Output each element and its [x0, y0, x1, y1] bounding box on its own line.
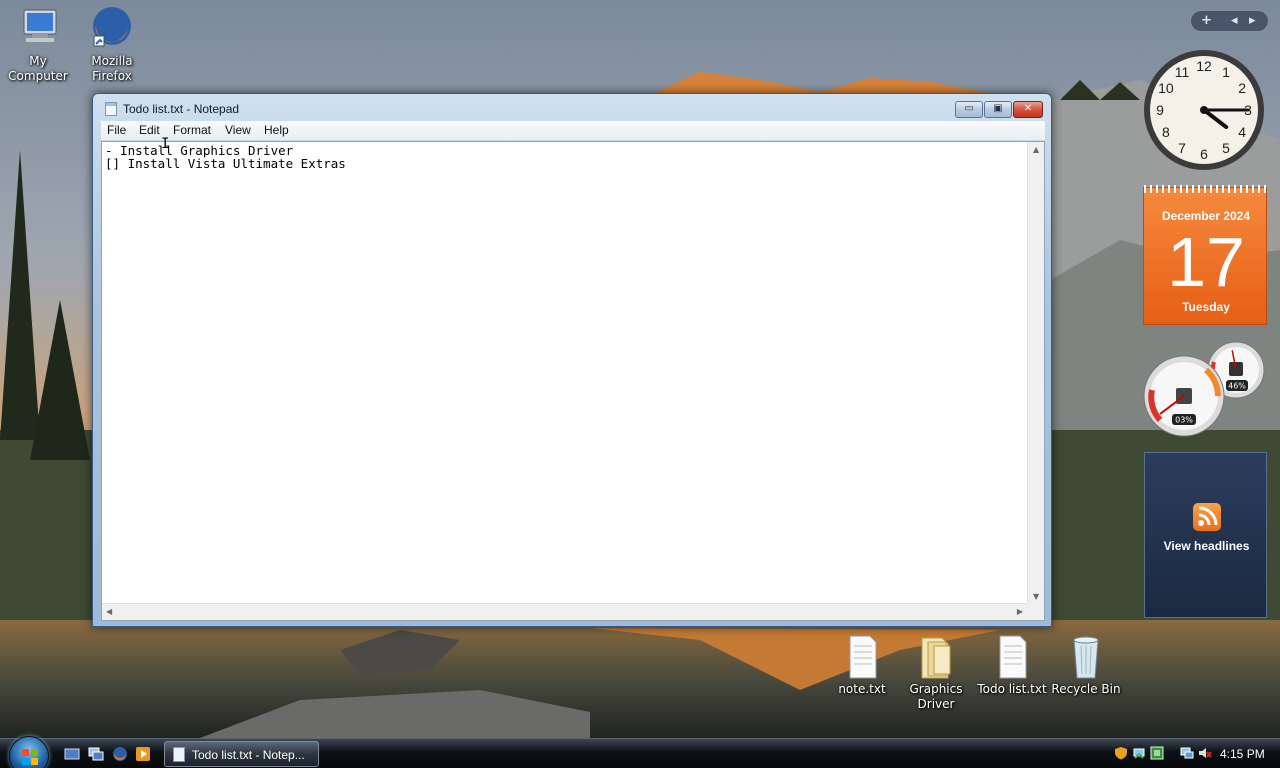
network-icon[interactable]: [1132, 746, 1146, 760]
calendar-weekday: Tuesday: [1182, 300, 1230, 314]
windows-sidebar-icon[interactable]: [1150, 746, 1164, 760]
menu-format[interactable]: Format: [173, 123, 211, 137]
start-button[interactable]: [9, 736, 49, 768]
cpu-meter-gadget[interactable]: 46% 03%: [1140, 340, 1268, 440]
firefox-icon: [88, 4, 136, 52]
graphics-driver-folder-icon[interactable]: Graphics Driver: [898, 632, 974, 712]
taskbar: Todo list.txt - Notep... 4:15 PM: [0, 736, 1280, 768]
text-file-icon: [988, 632, 1036, 680]
show-desktop-icon[interactable]: [64, 746, 80, 762]
clock-numeral: 1: [1222, 64, 1230, 80]
my-computer-desktop-icon[interactable]: My Computer: [0, 4, 76, 84]
clock-gadget[interactable]: 121234567891011: [1142, 48, 1266, 172]
clock-numeral: 6: [1200, 146, 1208, 162]
calendar-gadget[interactable]: December 2024 17 Tuesday: [1143, 185, 1268, 325]
todo-list-desktop-icon[interactable]: Todo list.txt: [974, 632, 1050, 697]
menu-view[interactable]: View: [225, 123, 251, 137]
view-headlines-link[interactable]: View headlines: [1145, 539, 1268, 553]
maximize-button[interactable]: ▣: [984, 101, 1012, 118]
scroll-left-icon[interactable]: ◀: [106, 607, 112, 616]
folder-icon: [912, 632, 960, 680]
calendar-day: 17: [1167, 223, 1245, 301]
title-bar[interactable]: Todo list.txt - Notepad ▭ ▣ ✕: [93, 94, 1051, 120]
cpu-usage-label: 03%: [1175, 416, 1193, 425]
menu-edit[interactable]: Edit: [139, 123, 160, 137]
system-tray: 4:15 PM: [1110, 743, 1280, 765]
desktop-icon-label: Recycle Bin: [1051, 682, 1121, 696]
menu-bar: File Edit Format View Help: [101, 121, 1045, 140]
next-page-button[interactable]: ▸: [1249, 13, 1256, 28]
close-button[interactable]: ✕: [1013, 101, 1043, 118]
firefox-desktop-icon[interactable]: Mozilla Firefox: [74, 4, 150, 84]
switch-windows-icon[interactable]: [88, 746, 104, 762]
notepad-window[interactable]: Todo list.txt - Notepad ▭ ▣ ✕ File Edit …: [92, 93, 1052, 627]
desktop-icon-label: My Computer: [8, 54, 68, 83]
menu-file[interactable]: File: [107, 123, 126, 137]
scroll-up-icon[interactable]: ▲: [1033, 145, 1039, 154]
resize-grip[interactable]: [1027, 603, 1044, 620]
firefox-icon[interactable]: [112, 746, 128, 762]
menu-help[interactable]: Help: [264, 123, 289, 137]
clock-time[interactable]: 4:15 PM: [1220, 747, 1265, 761]
volume-muted-icon[interactable]: [1198, 746, 1212, 760]
text-editor[interactable]: - Install Graphics Driver [] Install Vis…: [101, 137, 1045, 621]
note-txt-desktop-icon[interactable]: note.txt: [824, 632, 900, 697]
notepad-icon: [105, 102, 117, 116]
ibeam-cursor-icon: I: [161, 136, 170, 152]
my-computer-icon: [14, 4, 62, 52]
clock-numeral: 9: [1156, 102, 1164, 118]
taskbar-button-notepad[interactable]: Todo list.txt - Notep...: [164, 741, 319, 767]
security-shield-icon[interactable]: [1114, 746, 1128, 760]
calendar-binding: [1144, 185, 1268, 193]
connection-icon[interactable]: [1180, 746, 1194, 760]
clock-numeral: 8: [1162, 124, 1170, 140]
clock-numeral: 4: [1238, 124, 1246, 140]
notepad-icon: [173, 747, 185, 762]
clock-numeral: 5: [1222, 140, 1230, 156]
media-player-icon[interactable]: [135, 746, 151, 762]
clock-numeral: 7: [1178, 140, 1186, 156]
clock-numeral: 11: [1175, 64, 1190, 80]
scroll-right-icon[interactable]: ▶: [1017, 607, 1023, 616]
window-title: Todo list.txt - Notepad: [123, 102, 240, 116]
desktop-icon-label: Mozilla Firefox: [91, 54, 133, 83]
minimize-button[interactable]: ▭: [955, 101, 983, 118]
rss-feed-icon: [1193, 503, 1221, 531]
horizontal-scrollbar[interactable]: ◀ ▶: [102, 603, 1027, 620]
desktop-icon-label: note.txt: [838, 682, 886, 696]
text-file-icon: [838, 632, 886, 680]
clock-numeral: 12: [1196, 58, 1212, 74]
scroll-down-icon[interactable]: ▼: [1033, 592, 1039, 601]
recycle-bin-desktop-icon[interactable]: Recycle Bin: [1048, 632, 1124, 697]
taskbar-button-label: Todo list.txt - Notep...: [192, 748, 305, 762]
memory-usage-label: 46%: [1228, 382, 1246, 391]
desktop-icon-label: Graphics Driver: [909, 682, 963, 711]
clock-numeral: 2: [1238, 80, 1246, 96]
calendar-month: December 2024: [1161, 209, 1251, 223]
desktop-icon-label: Todo list.txt: [977, 682, 1047, 696]
add-gadget-button[interactable]: +: [1201, 13, 1212, 28]
document-text[interactable]: - Install Graphics Driver [] Install Vis…: [105, 144, 346, 170]
recycle-bin-icon: [1062, 632, 1110, 680]
previous-page-button[interactable]: ◂: [1231, 13, 1238, 28]
sidebar-controls: + ◂ ▸: [1190, 10, 1269, 32]
vertical-scrollbar[interactable]: ▲ ▼: [1027, 142, 1044, 604]
clock-numeral: 10: [1158, 80, 1174, 96]
feed-headlines-gadget[interactable]: View headlines: [1144, 452, 1267, 618]
